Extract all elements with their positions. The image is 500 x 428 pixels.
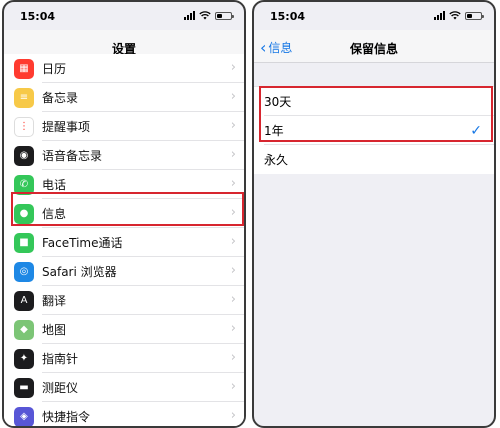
settings-item-label: 提醒事项 [42,120,91,134]
comparison-screenshot: 15:04 设置 ▦ 日历 › ≡ 备忘录 › ⋮ 提醒事项 › ◉ 语音备忘录 › ✆ 电话 › ● 信息 › ■… [0,0,500,428]
settings-item-label: 地图 [42,323,67,337]
maps-icon: ◆ [14,319,34,340]
voice-memo-icon: ◉ [14,145,34,166]
nav-bar: ‹ 信息 保留信息 [254,30,494,63]
facetime-icon: ■ [14,232,34,253]
status-icons [184,11,234,20]
settings-item-label: 语音备忘录 [42,149,103,163]
settings-item-label: Safari 浏览器 [42,265,117,279]
translate-icon: A [14,290,34,311]
settings-item-label: 指南针 [42,352,79,366]
settings-item-label: 备忘录 [42,91,79,105]
safari-icon: ◎ [14,261,34,282]
status-icons [434,11,484,20]
cellular-signal-icon [184,11,195,20]
status-time: 15:04 [20,10,56,23]
settings-item-label: 电话 [42,178,67,192]
chevron-right-icon: › [230,60,236,75]
chevron-right-icon: › [230,89,236,104]
settings-item[interactable]: ✦ 指南针 › [4,344,244,373]
chevron-right-icon: › [230,234,236,249]
wifi-icon [199,11,211,20]
chevron-right-icon: › [230,263,236,278]
wifi-icon [449,11,461,20]
chevron-right-icon: › [230,176,236,191]
keep-messages-screen: 15:04 ‹ 信息 保留信息 30天 1年 ✓ 永久 [252,0,496,428]
settings-item-label: 快捷指令 [42,410,91,424]
page-title: 保留信息 [349,42,398,56]
settings-item[interactable]: ◆ 地图 › [4,315,244,344]
settings-item-label: 测距仪 [42,381,79,395]
settings-item-label: FaceTime通话 [42,236,123,250]
highlight-box-messages [11,192,244,226]
settings-item[interactable]: ◉ 语音备忘录 › [4,141,244,170]
chevron-right-icon: › [230,408,236,423]
chevron-right-icon: › [230,321,236,336]
status-bar: 15:04 [4,2,244,30]
compass-icon: ✦ [14,348,34,369]
settings-item[interactable]: ■ FaceTime通话 › [4,228,244,257]
shortcuts-icon: ◈ [14,406,34,426]
reminders-icon: ⋮ [14,116,34,137]
settings-screen: 15:04 设置 ▦ 日历 › ≡ 备忘录 › ⋮ 提醒事项 › ◉ 语音备忘录 › ✆ 电话 › ● 信息 › ■… [2,0,246,428]
highlight-box-options [259,86,493,142]
settings-item[interactable]: A 翻译 › [4,286,244,315]
settings-item-label: 日历 [42,62,67,76]
battery-icon [215,11,234,20]
battery-icon [465,11,484,20]
chevron-right-icon: › [230,350,236,365]
chevron-right-icon: › [230,379,236,394]
settings-item[interactable]: ⋮ 提醒事项 › [4,112,244,141]
chevron-right-icon: › [230,147,236,162]
settings-item-label: 翻译 [42,294,67,308]
option-forever[interactable]: 永久 [254,145,494,174]
notes-icon: ≡ [14,87,34,108]
status-bar: 15:04 [254,2,494,30]
settings-list: ▦ 日历 › ≡ 备忘录 › ⋮ 提醒事项 › ◉ 语音备忘录 › ✆ 电话 › ● 信息 › ■ FaceTime通… [4,54,244,426]
settings-item[interactable]: ≡ 备忘录 › [4,83,244,112]
settings-item[interactable]: ◈ 快捷指令 › [4,402,244,426]
settings-item[interactable]: ◎ Safari 浏览器 › [4,257,244,286]
settings-item[interactable]: ▦ 日历 › [4,54,244,83]
chevron-right-icon: › [230,118,236,133]
measure-icon: ▬ [14,377,34,398]
option-label: 永久 [264,153,289,167]
chevron-right-icon: › [230,292,236,307]
status-time: 15:04 [270,10,306,23]
cellular-signal-icon [434,11,445,20]
settings-item[interactable]: ▬ 测距仪 › [4,373,244,402]
calendar-icon: ▦ [14,58,34,79]
